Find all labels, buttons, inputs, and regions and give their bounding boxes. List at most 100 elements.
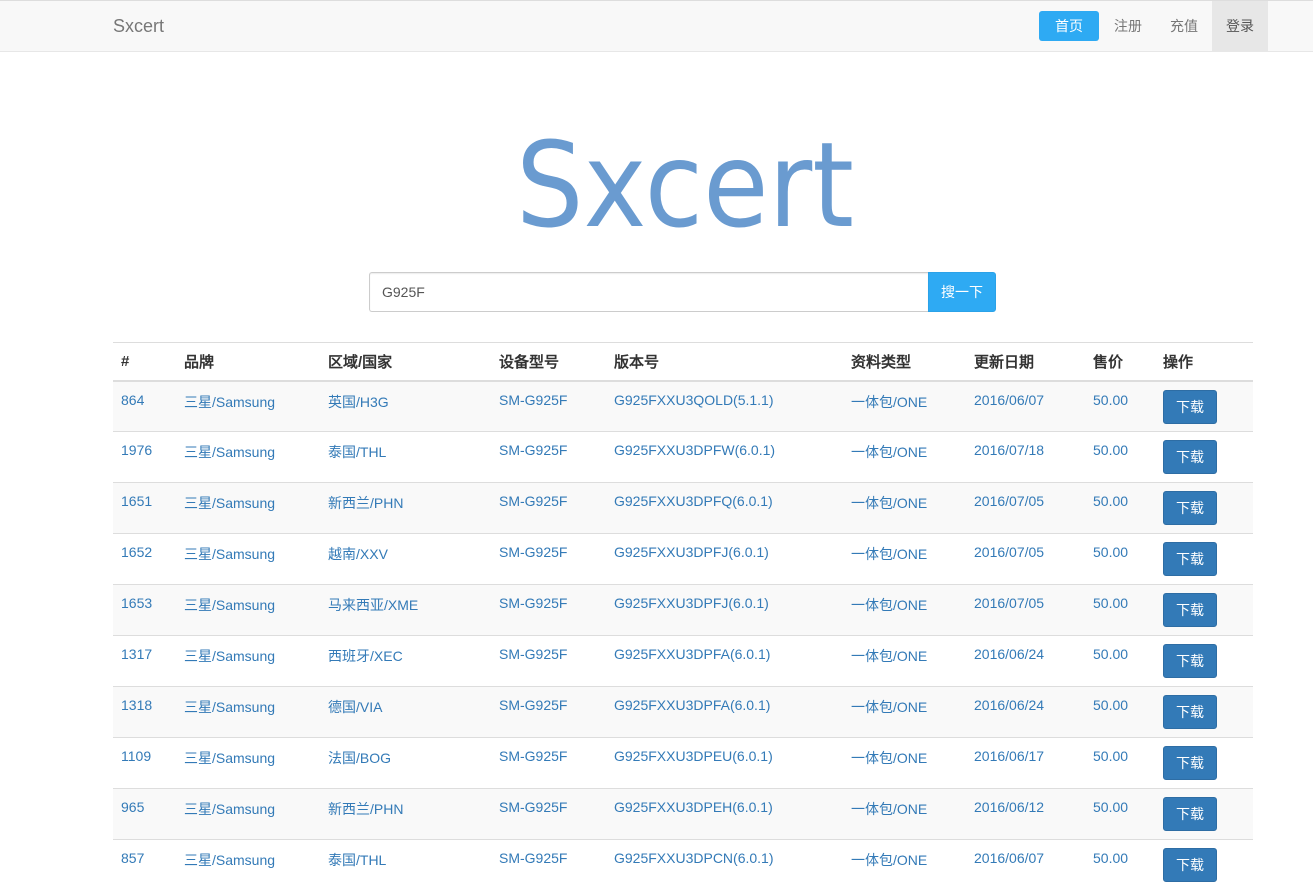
cell-type[interactable]: 一体包/ONE [843,431,966,483]
brand-link[interactable]: Sxcert [113,16,164,36]
nav-register[interactable]: 注册 [1100,1,1156,51]
cell-date[interactable]: 2016/07/05 [966,482,1085,534]
cell-brand[interactable]: 三星/Samsung [176,533,320,585]
col-header-price: 售价 [1085,342,1155,382]
cell-price[interactable]: 50.00 [1085,482,1155,534]
nav-recharge[interactable]: 充值 [1156,1,1212,51]
cell-version[interactable]: G925FXXU3DPFJ(6.0.1) [606,584,843,636]
cell-id[interactable]: 1651 [113,482,176,534]
cell-price[interactable]: 50.00 [1085,839,1155,891]
cell-region[interactable]: 新西兰/PHN [320,482,491,534]
cell-price[interactable]: 50.00 [1085,635,1155,687]
cell-model[interactable]: SM-G925F [491,533,606,585]
cell-id[interactable]: 1652 [113,533,176,585]
cell-region[interactable]: 西班牙/XEC [320,635,491,687]
download-button[interactable]: 下载 [1163,440,1217,474]
cell-version[interactable]: G925FXXU3DPFA(6.0.1) [606,635,843,687]
cell-id[interactable]: 857 [113,839,176,891]
search-button[interactable]: 搜一下 [928,272,996,312]
cell-model[interactable]: SM-G925F [491,839,606,891]
cell-version[interactable]: G925FXXU3DPFW(6.0.1) [606,431,843,483]
cell-brand[interactable]: 三星/Samsung [176,431,320,483]
cell-type[interactable]: 一体包/ONE [843,788,966,840]
cell-brand[interactable]: 三星/Samsung [176,380,320,432]
cell-brand[interactable]: 三星/Samsung [176,737,320,789]
cell-type[interactable]: 一体包/ONE [843,584,966,636]
cell-date[interactable]: 2016/06/24 [966,686,1085,738]
cell-region[interactable]: 马来西亚/XME [320,584,491,636]
cell-id[interactable]: 1318 [113,686,176,738]
cell-region[interactable]: 德国/VIA [320,686,491,738]
cell-region[interactable]: 泰国/THL [320,839,491,891]
cell-model[interactable]: SM-G925F [491,737,606,789]
cell-type[interactable]: 一体包/ONE [843,635,966,687]
nav-login[interactable]: 登录 [1212,1,1268,51]
cell-date[interactable]: 2016/06/07 [966,839,1085,891]
download-button[interactable]: 下载 [1163,644,1217,678]
cell-version[interactable]: G925FXXU3DPEU(6.0.1) [606,737,843,789]
download-button[interactable]: 下载 [1163,389,1217,424]
cell-version[interactable]: G925FXXU3QOLD(5.1.1) [606,380,843,432]
cell-date[interactable]: 2016/06/12 [966,788,1085,840]
download-button[interactable]: 下载 [1163,491,1217,525]
cell-type[interactable]: 一体包/ONE [843,737,966,789]
download-button[interactable]: 下载 [1163,695,1217,729]
cell-model[interactable]: SM-G925F [491,482,606,534]
cell-type[interactable]: 一体包/ONE [843,482,966,534]
cell-id[interactable]: 965 [113,788,176,840]
cell-region[interactable]: 法国/BOG [320,737,491,789]
cell-brand[interactable]: 三星/Samsung [176,584,320,636]
cell-id[interactable]: 1976 [113,431,176,483]
cell-price[interactable]: 50.00 [1085,584,1155,636]
cell-type[interactable]: 一体包/ONE [843,380,966,432]
cell-price[interactable]: 50.00 [1085,431,1155,483]
cell-type[interactable]: 一体包/ONE [843,686,966,738]
download-button[interactable]: 下载 [1163,542,1217,576]
cell-region[interactable]: 泰国/THL [320,431,491,483]
cell-version[interactable]: G925FXXU3DPFA(6.0.1) [606,686,843,738]
cell-id[interactable]: 864 [113,380,176,432]
cell-brand[interactable]: 三星/Samsung [176,788,320,840]
cell-region[interactable]: 越南/XXV [320,533,491,585]
cell-date[interactable]: 2016/06/24 [966,635,1085,687]
download-button[interactable]: 下载 [1163,593,1217,627]
cell-model[interactable]: SM-G925F [491,431,606,483]
cell-price[interactable]: 50.00 [1085,788,1155,840]
cell-date[interactable]: 2016/06/07 [966,380,1085,432]
table-row: 857 三星/Samsung 泰国/THL SM-G925F G925FXXU3DPCN… [113,839,1253,891]
cell-id[interactable]: 1653 [113,584,176,636]
cell-model[interactable]: SM-G925F [491,584,606,636]
search-bar: 搜一下 [369,272,996,312]
cell-price[interactable]: 50.00 [1085,737,1155,789]
cell-model[interactable]: SM-G925F [491,380,606,432]
cell-date[interactable]: 2016/06/17 [966,737,1085,789]
cell-type[interactable]: 一体包/ONE [843,839,966,891]
search-input[interactable] [369,272,928,312]
download-button[interactable]: 下载 [1163,746,1217,780]
cell-id[interactable]: 1317 [113,635,176,687]
cell-model[interactable]: SM-G925F [491,686,606,738]
cell-model[interactable]: SM-G925F [491,788,606,840]
cell-version[interactable]: G925FXXU3DPFQ(6.0.1) [606,482,843,534]
cell-brand[interactable]: 三星/Samsung [176,839,320,891]
cell-region[interactable]: 新西兰/PHN [320,788,491,840]
cell-type[interactable]: 一体包/ONE [843,533,966,585]
cell-price[interactable]: 50.00 [1085,686,1155,738]
cell-date[interactable]: 2016/07/05 [966,533,1085,585]
cell-version[interactable]: G925FXXU3DPFJ(6.0.1) [606,533,843,585]
cell-date[interactable]: 2016/07/18 [966,431,1085,483]
download-button[interactable]: 下载 [1163,797,1217,831]
cell-id[interactable]: 1109 [113,737,176,789]
cell-brand[interactable]: 三星/Samsung [176,482,320,534]
nav-home[interactable]: 首页 [1039,11,1099,41]
download-button[interactable]: 下载 [1163,848,1217,882]
cell-date[interactable]: 2016/07/05 [966,584,1085,636]
cell-price[interactable]: 50.00 [1085,533,1155,585]
cell-version[interactable]: G925FXXU3DPEH(6.0.1) [606,788,843,840]
cell-model[interactable]: SM-G925F [491,635,606,687]
cell-price[interactable]: 50.00 [1085,380,1155,432]
cell-version[interactable]: G925FXXU3DPCN(6.0.1) [606,839,843,891]
cell-region[interactable]: 英国/H3G [320,380,491,432]
cell-brand[interactable]: 三星/Samsung [176,686,320,738]
cell-brand[interactable]: 三星/Samsung [176,635,320,687]
